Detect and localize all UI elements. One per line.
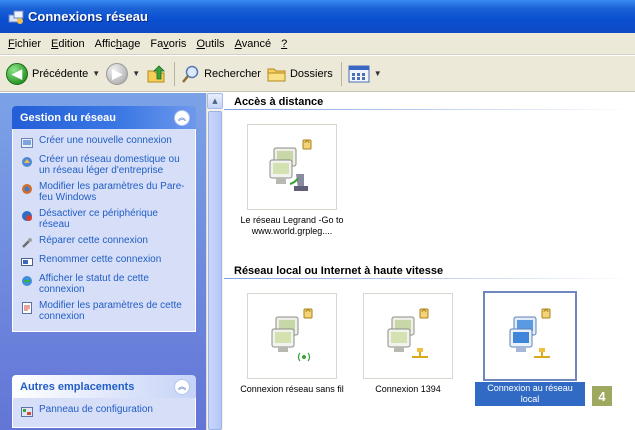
task-repair[interactable]: Réparer cette connexion (21, 235, 189, 249)
group-title-remote-access: Accès à distance (234, 96, 324, 108)
window-title: Connexions réseau (28, 9, 148, 24)
repair-icon (22, 238, 32, 248)
back-arrow-icon: ◀ (6, 62, 28, 85)
search-button[interactable]: Rechercher (181, 64, 261, 84)
network-tasks-title: Gestion du réseau (20, 111, 116, 124)
back-button-label: Précédente (32, 67, 89, 80)
menu-favoris[interactable]: Favoris (145, 38, 191, 50)
network-tasks-header[interactable]: Gestion du réseau ︽ (12, 106, 196, 129)
back-dropdown-icon[interactable]: ▼ (92, 69, 100, 78)
collapse-chevron-icon[interactable]: ︽ (174, 109, 190, 126)
other-places-list: Panneau de configuration (12, 398, 196, 428)
forward-arrow-icon: ▶ (106, 62, 129, 85)
network-tasks-list: Créer une nouvelle connexion Créer un ré… (12, 129, 196, 332)
views-button[interactable]: ▼ (348, 65, 382, 83)
wireless-connection-icon (247, 293, 337, 379)
disable-device-icon (22, 211, 32, 221)
connections-view: Accès à distance Le réseau Legrand -Go t… (224, 93, 635, 430)
control-panel-icon (21, 407, 33, 417)
menu-help[interactable]: ? (276, 38, 292, 50)
views-dropdown-icon[interactable]: ▼ (374, 69, 382, 78)
other-places-title: Autres emplacements (20, 380, 135, 393)
connection-lan[interactable]: Connexion au réseau local (475, 291, 585, 406)
task-status[interactable]: Afficher le statut de cette connexion (21, 273, 189, 295)
collapse-chevron-icon[interactable]: ︽ (174, 378, 190, 395)
group-divider (224, 109, 635, 110)
step-number-badge: 4 (592, 386, 612, 406)
views-icon (348, 65, 370, 82)
task-rename[interactable]: Renommer cette connexion (21, 254, 189, 268)
connection-wireless-label: Connexion réseau sans fil (240, 384, 344, 394)
title-bar: Connexions réseau (0, 0, 635, 33)
forward-dropdown-icon[interactable]: ▼ (132, 69, 140, 78)
menu-edition[interactable]: Edition (46, 38, 90, 50)
group-title-lan: Réseau local ou Internet à haute vitesse (234, 265, 444, 277)
connection-dialup[interactable]: Le réseau Legrand -Go to www.world.grple… (237, 124, 347, 237)
folders-icon (267, 68, 286, 81)
connection-dialup-label: Le réseau Legrand -Go to www.world.grple… (240, 215, 344, 236)
toolbar-separator (174, 61, 176, 86)
up-folder-button[interactable] (146, 64, 166, 84)
connection-lan-label: Connexion au réseau local (475, 382, 585, 406)
other-places-panel: Autres emplacements ︽ Panneau de configu… (12, 375, 196, 428)
connection-1394[interactable]: Connexion 1394 (353, 293, 463, 395)
menu-avance[interactable]: Avancé (230, 38, 277, 50)
place-control-panel[interactable]: Panneau de configuration (21, 404, 189, 418)
folders-button[interactable]: Dossiers (267, 64, 333, 84)
network-connections-icon (8, 10, 24, 24)
group-divider (224, 278, 635, 279)
home-network-icon (22, 157, 32, 167)
firewall-icon (22, 184, 32, 194)
status-icon (22, 276, 32, 286)
menu-bar: Fichier Edition Affichage Favoris Outils… (0, 33, 635, 55)
scrollbar-thumb[interactable] (208, 111, 222, 430)
task-home-network[interactable]: Créer un réseau domestique ou un réseau … (21, 154, 189, 176)
dialup-connection-icon (247, 124, 337, 210)
connection-wireless[interactable]: Connexion réseau sans fil (237, 293, 347, 395)
rename-icon (21, 258, 33, 266)
properties-icon (22, 302, 32, 314)
up-folder-icon (147, 64, 166, 82)
task-pane-scrollbar[interactable]: ▲ (206, 93, 223, 430)
search-label: Rechercher (204, 67, 261, 80)
new-connection-icon (21, 138, 33, 148)
folders-label: Dossiers (289, 67, 333, 80)
task-properties[interactable]: Modifier les paramètres de cette connexi… (21, 300, 189, 322)
menu-outils[interactable]: Outils (191, 38, 229, 50)
menu-affichage[interactable]: Affichage (90, 38, 146, 50)
toolbar-separator (340, 61, 342, 86)
lan-connection-icon (483, 291, 577, 381)
toolbar: ◀ Précédente ▼ ▶ ▼ Rechercher Dossiers ▼ (0, 56, 635, 92)
task-firewall[interactable]: Modifier les paramètres du Pare-feu Wind… (21, 181, 189, 203)
scroll-up-arrow-icon[interactable]: ▲ (207, 93, 223, 109)
other-places-header[interactable]: Autres emplacements ︽ (12, 375, 196, 398)
back-button[interactable]: ◀ Précédente ▼ (6, 62, 100, 85)
task-pane: Gestion du réseau ︽ Créer une nouvelle c… (0, 93, 211, 430)
menu-fichier[interactable]: Fichier (3, 38, 46, 50)
firewire-connection-icon (363, 293, 453, 379)
connection-1394-label: Connexion 1394 (375, 384, 441, 394)
network-tasks-panel: Gestion du réseau ︽ Créer une nouvelle c… (12, 106, 196, 332)
task-new-connection[interactable]: Créer une nouvelle connexion (21, 135, 189, 149)
task-disable-device[interactable]: Désactiver ce périphérique réseau (21, 208, 189, 230)
forward-button[interactable]: ▶ ▼ (106, 62, 140, 85)
search-icon (182, 65, 199, 83)
